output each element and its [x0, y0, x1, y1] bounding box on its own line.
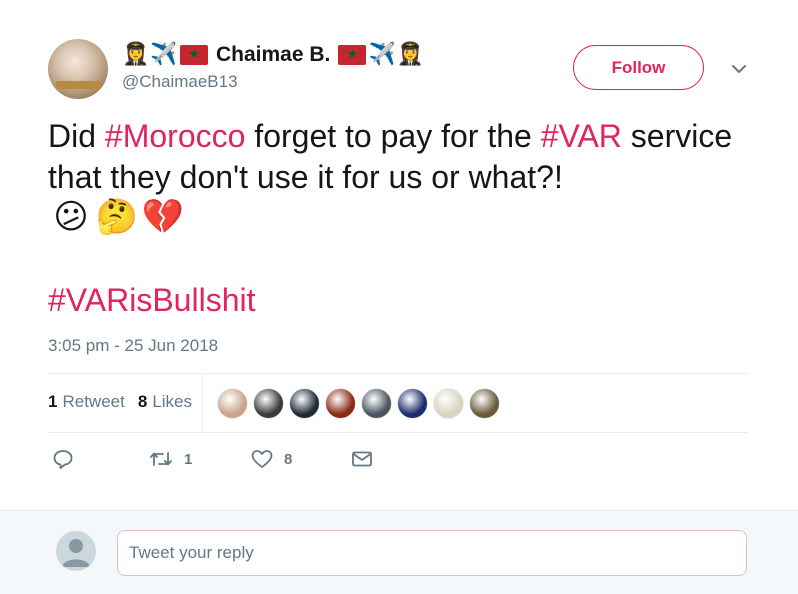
airplane-emoji-icon: ✈️ [368, 42, 397, 67]
thinking-face-icon: 🤔 [95, 197, 139, 237]
author-avatar[interactable] [48, 39, 108, 99]
direct-message-button[interactable] [350, 448, 374, 470]
pilot-emoji-icon: 👩‍✈️ [122, 42, 150, 67]
divider [48, 432, 748, 433]
tweet-text-part: forget to pay for the [245, 118, 541, 154]
author-handle[interactable]: @ChaimaeB13 [122, 72, 238, 92]
retweet-count: 1 [48, 392, 58, 411]
envelope-icon [350, 448, 374, 470]
liker-avatar[interactable] [217, 388, 248, 419]
liker-avatar[interactable] [433, 388, 464, 419]
tweet-text: Did #Morocco forget to pay for the #VAR … [48, 116, 748, 198]
liker-avatar[interactable] [469, 388, 500, 419]
tweet-actions: 1 8 [48, 448, 748, 476]
liker-avatar[interactable] [253, 388, 284, 419]
retweet-icon [148, 448, 174, 470]
likes-stat[interactable]: 8 Likes [138, 392, 192, 412]
retweet-stat[interactable]: 1 Retweet [48, 392, 125, 412]
tweet-text-part: Did [48, 118, 105, 154]
retweet-button[interactable]: 1 [148, 448, 192, 470]
pilot-emoji-icon: 👩‍✈️ [396, 42, 425, 67]
reply-bar: Tweet your reply [0, 510, 798, 594]
hashtag-link[interactable]: #VARisBullshit [48, 280, 255, 321]
retweet-action-count: 1 [184, 450, 193, 468]
tweet-emoji-row: 😕 🤔 💔 [48, 195, 186, 239]
morocco-flag-icon [180, 45, 208, 65]
liker-avatar[interactable] [361, 388, 392, 419]
liker-avatar[interactable] [289, 388, 320, 419]
chevron-down-icon[interactable] [728, 58, 750, 80]
like-action-count: 8 [284, 450, 293, 468]
morocco-flag-icon [338, 45, 367, 65]
reply-button[interactable] [52, 448, 74, 470]
avatar-badge [56, 81, 100, 89]
user-avatar-icon [56, 531, 96, 571]
confused-face-icon: 😕 [53, 197, 89, 237]
liker-avatars [217, 388, 505, 419]
tweet-stats: 1 Retweet 8 Likes [48, 392, 205, 412]
likes-count: 8 [137, 392, 148, 411]
heart-icon [250, 448, 274, 470]
author-name-row[interactable]: 👩‍✈️ ✈️ Chaimae B. ✈️ 👩‍✈️ [122, 40, 424, 70]
author-display-name[interactable]: Chaimae B. [216, 43, 330, 67]
reply-input[interactable]: Tweet your reply [117, 530, 747, 576]
follow-button[interactable]: Follow [573, 45, 704, 90]
retweet-label: Retweet [62, 392, 125, 411]
tweet-card: 👩‍✈️ ✈️ Chaimae B. ✈️ 👩‍✈️ @ChaimaeB13 F… [0, 0, 798, 510]
hashtag-link[interactable]: #Morocco [105, 118, 246, 154]
likes-label: Likes [152, 392, 192, 411]
airplane-emoji-icon: ✈️ [150, 42, 178, 67]
like-button[interactable]: 8 [250, 448, 292, 470]
divider [48, 373, 748, 374]
liker-avatar[interactable] [397, 388, 428, 419]
divider [202, 374, 203, 432]
tweet-timestamp[interactable]: 3:05 pm - 25 Jun 2018 [48, 336, 218, 356]
broken-heart-icon: 💔 [141, 197, 185, 237]
reply-icon [52, 448, 74, 470]
liker-avatar[interactable] [325, 388, 356, 419]
hashtag-link[interactable]: #VAR [541, 118, 622, 154]
